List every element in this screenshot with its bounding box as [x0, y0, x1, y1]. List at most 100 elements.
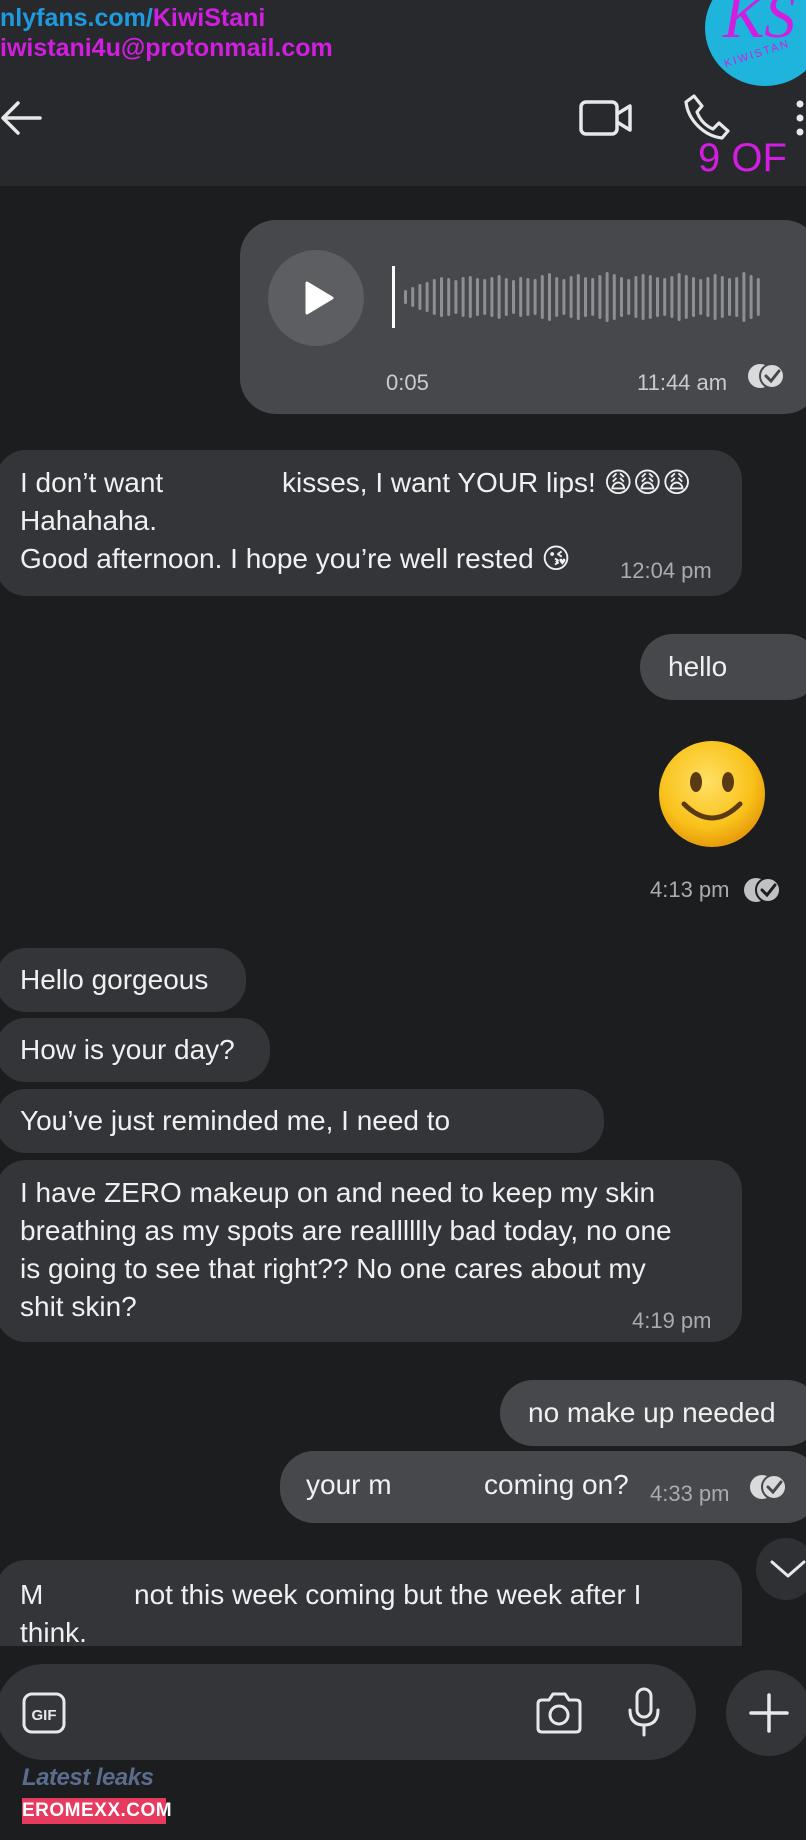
- message-timestamp: 4:33 pm: [650, 1481, 730, 1506]
- watermark-latest-leaks: Latest leaks: [22, 1764, 154, 1791]
- message-text: breathing as my spots are realllllly bad…: [20, 1215, 672, 1246]
- scroll-to-bottom-button[interactable]: [756, 1538, 806, 1600]
- waveform-bar: [749, 275, 753, 319]
- message-text: Good afternoon. I hope you’re well reste…: [20, 543, 571, 574]
- message-text: I don’t want: [20, 467, 164, 498]
- message-timestamp: 4:19 pm: [632, 1308, 712, 1333]
- waveform-bar: [684, 275, 688, 319]
- message-text: How is your day?: [20, 1034, 235, 1065]
- waveform-bar: [648, 275, 652, 319]
- message-text: no make up needed: [528, 1397, 776, 1428]
- incoming-message[interactable]: You’ve just reminded me, I need to: [0, 1089, 604, 1153]
- watermark-of-count: 9 OF: [698, 136, 787, 180]
- plus-icon: [749, 1693, 789, 1733]
- waveform-bar: [404, 290, 407, 304]
- waveform-bar: [641, 274, 645, 320]
- more-vert-icon: [796, 100, 804, 136]
- message-text: Hahahaha.: [20, 505, 158, 536]
- waveform-bar: [512, 280, 515, 314]
- camera-icon: [536, 1692, 582, 1734]
- message-text: Hello gorgeous: [20, 964, 209, 995]
- add-attachment-button[interactable]: [726, 1670, 806, 1756]
- waveform-bar: [540, 275, 544, 319]
- voice-message-bubble: 0:05 11:44 am: [240, 220, 806, 414]
- waveform-bar: [526, 278, 530, 316]
- emoji-message-meta: 4:13 pm: [650, 876, 782, 904]
- incoming-message[interactable]: How is your day?: [0, 1018, 270, 1082]
- waveform-bar: [634, 276, 638, 318]
- waveform-bar: [533, 279, 537, 315]
- gif-icon: GIF: [22, 1692, 66, 1734]
- outgoing-message[interactable]: no make up needed: [500, 1380, 806, 1446]
- play-button[interactable]: [268, 250, 364, 346]
- waveform-bar: [447, 278, 451, 316]
- message-timestamp: 4:13 pm: [650, 877, 730, 902]
- waveform-bar: [576, 274, 580, 320]
- waveform-bar: [670, 276, 674, 318]
- outgoing-message[interactable]: hello: [640, 634, 806, 700]
- waveform-bar: [692, 277, 695, 317]
- message-text: shit skin?: [20, 1291, 137, 1322]
- watermark-url-prefix: nlyfans.com/: [0, 4, 153, 32]
- waveform-bar: [476, 278, 479, 316]
- watermark-url-name: KiwiStani: [152, 4, 266, 32]
- waveform-bar: [756, 278, 760, 316]
- waveform-bar: [454, 280, 458, 314]
- waveform-bar: [425, 282, 429, 312]
- waveform-playhead: [392, 266, 395, 328]
- watermark-site: EROMEXX.COM: [22, 1798, 172, 1824]
- read-receipt-icon: [743, 877, 781, 903]
- chevron-down-icon: [770, 1560, 806, 1578]
- waveform-bar: [699, 279, 703, 315]
- waveform-bar: [663, 278, 667, 316]
- back-button[interactable]: [0, 96, 44, 140]
- message-list[interactable]: 0:05 11:44 am I don’t want kisses, I wan…: [0, 186, 806, 1646]
- waveform-bar: [519, 277, 523, 317]
- waveform-bar: [411, 287, 415, 307]
- watermark-url: nlyfans.com/KiwiStani: [0, 4, 265, 33]
- gif-label: GIF: [32, 1707, 57, 1724]
- microphone-button[interactable]: [626, 1686, 662, 1738]
- message-text: M: [20, 1579, 44, 1610]
- incoming-message[interactable]: I don’t want kisses, I want YOUR lips! 😩…: [0, 450, 742, 596]
- waveform-bar: [584, 277, 587, 317]
- waveform-bar: [735, 277, 739, 317]
- waveform-bar: [627, 279, 631, 315]
- waveform-bar: [432, 279, 436, 315]
- waveform-bar: [562, 279, 566, 315]
- voice-timestamp: 11:44 am: [637, 370, 728, 395]
- message-composer[interactable]: GIF: [0, 1664, 696, 1760]
- waveform-bar: [742, 272, 746, 322]
- voice-waveform[interactable]: [392, 262, 772, 332]
- waveform-bar: [620, 277, 623, 317]
- read-receipt-icon: [748, 363, 785, 389]
- camera-button[interactable]: [534, 1690, 584, 1736]
- video-call-button[interactable]: [578, 96, 634, 140]
- waveform-bar: [656, 277, 659, 317]
- mic-icon: [628, 1687, 660, 1737]
- waveform-bar: [605, 272, 609, 322]
- message-text: hello: [668, 651, 728, 682]
- incoming-message[interactable]: M not this week coming but the week afte…: [0, 1560, 742, 1646]
- video-call-icon: [579, 100, 632, 136]
- waveform-bar: [497, 275, 501, 319]
- read-receipt-icon: [750, 1474, 787, 1500]
- message-text: is going to see that right?? No one care…: [20, 1253, 646, 1284]
- waveform-bar: [490, 277, 494, 317]
- incoming-message[interactable]: I have ZERO makeup on and need to keep m…: [0, 1160, 742, 1342]
- waveform-bar: [440, 277, 443, 317]
- waveform-bar: [569, 276, 573, 318]
- incoming-message[interactable]: Hello gorgeous: [0, 948, 246, 1012]
- waveform-bar: [468, 276, 472, 318]
- voice-call-button[interactable]: [682, 92, 732, 142]
- gif-button[interactable]: GIF: [22, 1692, 66, 1734]
- waveform-bar: [677, 273, 681, 321]
- smiling-face-emoji-icon[interactable]: [656, 738, 768, 850]
- waveform-bar: [612, 274, 616, 320]
- waveform-bar: [418, 284, 422, 310]
- more-options-button[interactable]: [786, 96, 806, 140]
- outgoing-message[interactable]: your m coming on? 4:33 pm: [280, 1451, 806, 1523]
- message-text: kisses, I want YOUR lips! 😩😩😩: [282, 467, 692, 498]
- waveform-bar: [720, 276, 724, 318]
- message-text: coming on?: [484, 1469, 629, 1500]
